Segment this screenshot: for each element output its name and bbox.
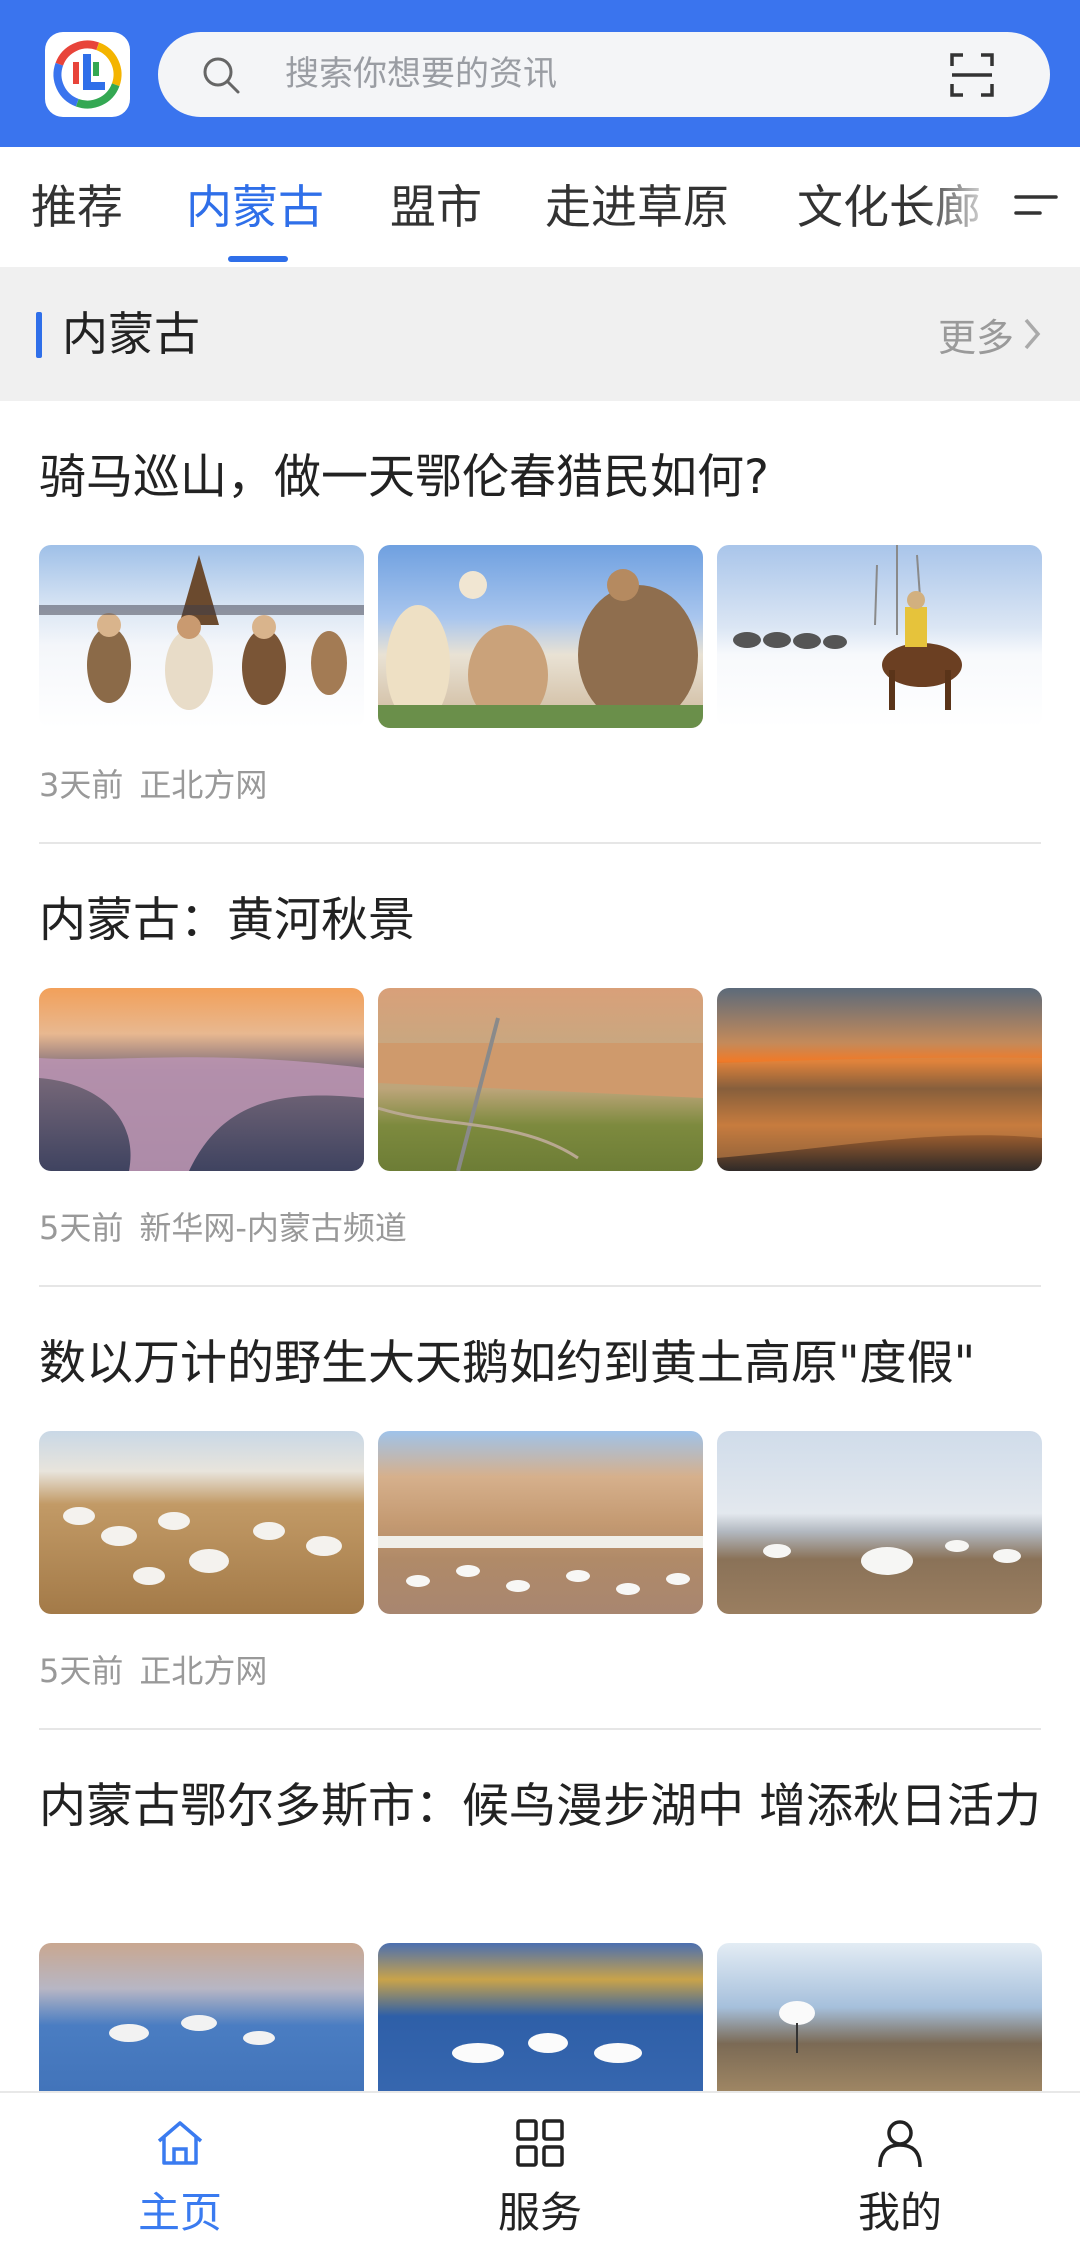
- news-item[interactable]: 数以万计的野生大天鹅如约到黄土高原"度假" 5天前 正北方网: [39, 1329, 1042, 1730]
- news-time: 5天前: [39, 1652, 124, 1690]
- news-title[interactable]: 内蒙古：黄河秋景: [39, 886, 1041, 956]
- news-image[interactable]: [39, 988, 364, 1171]
- nav-me-label: 我的: [857, 2188, 942, 2237]
- news-image[interactable]: [378, 1431, 703, 1614]
- news-image[interactable]: [378, 988, 703, 1171]
- more-label: 更多: [937, 315, 1014, 360]
- tab-fade: [920, 147, 1000, 267]
- tab-grassland[interactable]: 走进草原: [545, 147, 729, 267]
- app-logo[interactable]: [45, 32, 130, 117]
- channel-menu-button[interactable]: [1000, 147, 1080, 267]
- tab-inner-mongolia[interactable]: 内蒙古: [186, 147, 324, 267]
- search-icon: [203, 57, 240, 94]
- news-image[interactable]: [717, 988, 1042, 1171]
- news-image[interactable]: [39, 1431, 364, 1614]
- active-tab-indicator: [228, 256, 288, 262]
- channel-tabs: 推荐 内蒙古 盟市 走进草原 文化长廊: [0, 147, 1080, 267]
- nav-services[interactable]: 服务: [440, 2093, 640, 2247]
- news-images: [39, 988, 1042, 1171]
- tab-league-city[interactable]: 盟市: [390, 147, 482, 267]
- news-title[interactable]: 内蒙古鄂尔多斯市：候鸟漫步湖中 增添秋日活力: [39, 1772, 1041, 1842]
- top-header: 搜索你想要的资讯: [0, 0, 1080, 147]
- news-item[interactable]: 内蒙古鄂尔多斯市：候鸟漫步湖中 增添秋日活力: [39, 1772, 1042, 2126]
- news-item[interactable]: 骑马巡山，做一天鄂伦春猎民如何? 3天前 正北方网: [39, 443, 1042, 844]
- menu-icon: [1014, 195, 1058, 215]
- section-header: 内蒙古 更多: [0, 267, 1080, 401]
- news-meta: 5天前 新华网-内蒙古频道: [39, 1203, 407, 1249]
- news-time: 3天前: [39, 766, 124, 804]
- news-title[interactable]: 骑马巡山，做一天鄂伦春猎民如何?: [39, 443, 1041, 513]
- news-images: [39, 1431, 1042, 1614]
- news-source: 正北方网: [139, 1652, 268, 1690]
- news-image[interactable]: [378, 545, 703, 728]
- news-meta: 5天前 正北方网: [39, 1646, 267, 1692]
- news-image[interactable]: [717, 1431, 1042, 1614]
- bottom-nav: 主页 服务 我的: [0, 2091, 1080, 2247]
- news-time: 5天前: [39, 1209, 124, 1247]
- home-icon: [157, 2121, 203, 2165]
- news-meta: 3天前 正北方网: [39, 760, 267, 806]
- news-item[interactable]: 内蒙古：黄河秋景 5天前 新华网-内蒙古频道: [39, 886, 1042, 1287]
- news-source: 正北方网: [139, 766, 268, 804]
- news-images: [39, 545, 1042, 728]
- section-title: 内蒙古: [62, 307, 200, 361]
- search-placeholder: 搜索你想要的资讯: [285, 54, 557, 94]
- nav-home[interactable]: 主页: [80, 2093, 280, 2247]
- news-title[interactable]: 数以万计的野生大天鹅如约到黄土高原"度假": [39, 1329, 1041, 1399]
- tab-recommend[interactable]: 推荐: [31, 147, 123, 267]
- news-image[interactable]: [717, 545, 1042, 728]
- nav-services-label: 服务: [497, 2188, 582, 2237]
- nav-home-label: 主页: [137, 2188, 222, 2237]
- news-source: 新华网-内蒙古频道: [139, 1209, 407, 1247]
- divider: [39, 1285, 1041, 1287]
- divider: [39, 1728, 1041, 1730]
- chevron-right-icon: [1024, 318, 1041, 350]
- scan-icon[interactable]: [949, 52, 995, 98]
- section-accent-bar: [36, 312, 42, 358]
- grid-icon: [516, 2119, 564, 2167]
- news-image[interactable]: [39, 545, 364, 728]
- more-link[interactable]: 更多: [938, 267, 1042, 401]
- search-bar[interactable]: 搜索你想要的资讯: [158, 32, 1050, 117]
- divider: [39, 842, 1041, 844]
- user-icon: [878, 2120, 922, 2168]
- nav-me[interactable]: 我的: [800, 2093, 1000, 2247]
